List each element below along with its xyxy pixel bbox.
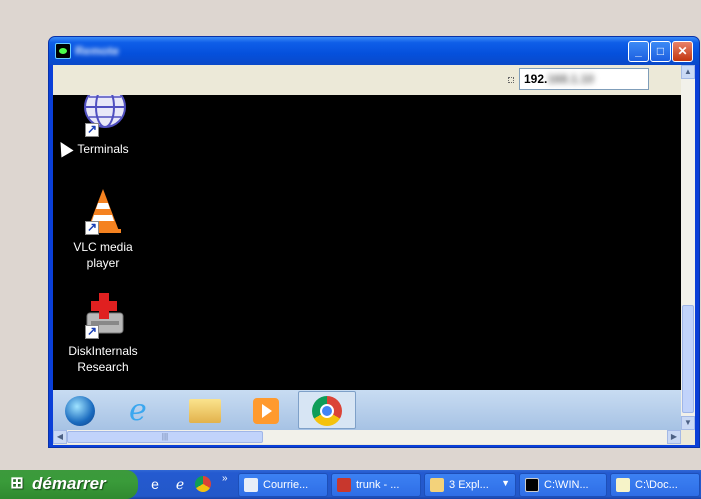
host-address-value: 192. (524, 72, 548, 86)
internet-explorer-icon: e (129, 393, 147, 428)
media-player-icon (253, 398, 279, 424)
start-label: démarrer (32, 474, 106, 493)
desktop-icon-label: DiskInternals Research (68, 344, 138, 374)
taskbar-group-count: 3 (449, 479, 456, 491)
scroll-right-button[interactable]: ▶ (667, 430, 681, 444)
remote-taskbar-ie[interactable]: e (115, 391, 171, 429)
horizontal-scrollbar[interactable]: ◀ ||| ▶ (53, 430, 681, 444)
remote-taskbar-media[interactable] (237, 391, 293, 429)
remote-viewer-window[interactable]: Remote _ □ ✕ 192.168.1.10 ↗ Terminals ↗ … (48, 36, 700, 448)
taskbar-button-label: C:\Doc... (635, 479, 678, 491)
shortcut-arrow-icon (85, 219, 99, 235)
ie-icon[interactable]: ℯ (172, 476, 188, 492)
address-marker-icon (508, 77, 514, 83)
terminals-globe-icon (79, 95, 127, 137)
taskbar-button-pdf[interactable]: trunk - ... (331, 473, 421, 497)
remote-desktop-screen[interactable]: Terminals VLC media player (53, 95, 681, 390)
app-eye-icon (55, 43, 71, 59)
desktop-icon-label: Terminals (77, 142, 129, 156)
minimize-button[interactable]: _ (628, 41, 649, 62)
resize-grip-icon[interactable] (681, 430, 695, 444)
window-titlebar[interactable]: Remote _ □ ✕ (49, 37, 699, 65)
mail-icon (244, 478, 258, 492)
vertical-scroll-thumb[interactable] (682, 305, 694, 413)
close-button[interactable]: ✕ (672, 41, 693, 62)
quick-launch-more-button[interactable]: » (222, 473, 228, 484)
remote-taskbar-explorer[interactable] (177, 391, 233, 429)
host-address-redacted: 168.1.10 (547, 72, 595, 86)
taskbar-button-notepad[interactable]: C:\Doc... (610, 473, 700, 497)
address-toolbar: 192.168.1.10 (53, 65, 681, 95)
folder-icon (430, 478, 444, 492)
vertical-scrollbar[interactable]: ▲ ▼ (681, 65, 695, 430)
window-client-area: 192.168.1.10 Terminals (53, 65, 695, 445)
taskbar: ⊞ démarrer e ℯ » Courrie... trunk - ... … (0, 470, 701, 499)
taskbar-button-label: trunk - ... (356, 479, 400, 491)
remote-taskbar: e (53, 390, 681, 430)
window-title: Remote (75, 44, 120, 58)
desktop-icon-diskinternals[interactable]: DiskInternals Research (63, 291, 143, 375)
desktop-icon-terminals[interactable]: Terminals (63, 95, 143, 157)
shortcut-arrow-icon (85, 121, 99, 137)
scroll-left-button[interactable]: ◀ (53, 430, 67, 444)
console-icon (525, 478, 539, 492)
host-address-field[interactable]: 192.168.1.10 (519, 68, 649, 90)
folder-icon (189, 399, 221, 423)
pdf-icon (337, 478, 351, 492)
scroll-down-button[interactable]: ▼ (681, 416, 695, 430)
remote-taskbar-chrome[interactable] (298, 391, 356, 429)
windows-orb-icon (65, 396, 95, 426)
taskbar-button-label: C:\WIN... (544, 479, 589, 491)
taskbar-button-label: Expl... (458, 479, 489, 491)
taskbar-button-console[interactable]: C:\WIN... (519, 473, 607, 497)
scroll-up-button[interactable]: ▲ (681, 65, 695, 79)
taskbar-button-mail[interactable]: Courrie... (238, 473, 328, 497)
remote-start-button[interactable] (53, 391, 109, 429)
chevron-down-icon: ▼ (501, 478, 510, 488)
horizontal-scroll-thumb[interactable]: ||| (67, 431, 263, 443)
desktop-icon-vlc[interactable]: VLC media player (63, 187, 143, 271)
chrome-icon (312, 396, 342, 426)
chrome-icon[interactable] (195, 476, 211, 492)
maximize-button[interactable]: □ (650, 41, 671, 62)
notepad-icon (616, 478, 630, 492)
start-button[interactable]: ⊞ démarrer (0, 470, 138, 499)
diskinternals-icon (79, 291, 127, 339)
taskbar-button-label: Courrie... (263, 479, 309, 491)
taskbar-button-explorer-group[interactable]: 3 Expl... ▼ (424, 473, 516, 497)
desktop-icon-label: VLC media player (73, 240, 133, 270)
shortcut-arrow-icon (85, 323, 99, 339)
windows-flag-icon: ⊞ (10, 475, 24, 492)
vlc-cone-icon (79, 187, 127, 235)
ie-alt-icon[interactable]: e (147, 476, 163, 492)
